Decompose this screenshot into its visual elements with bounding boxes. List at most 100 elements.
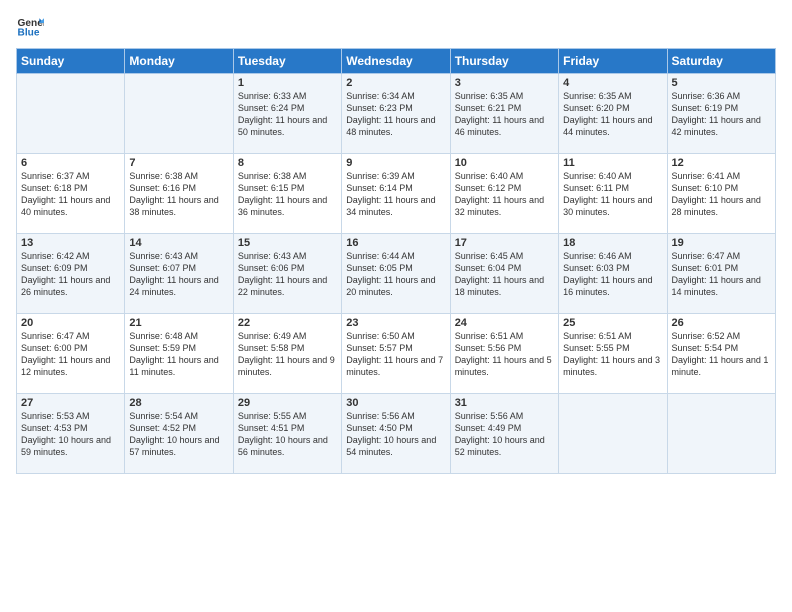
calendar-cell: 29Sunrise: 5:55 AM Sunset: 4:51 PM Dayli… bbox=[233, 394, 341, 474]
calendar-week-row: 1Sunrise: 6:33 AM Sunset: 6:24 PM Daylig… bbox=[17, 74, 776, 154]
day-number: 16 bbox=[346, 237, 445, 249]
calendar-cell: 27Sunrise: 5:53 AM Sunset: 4:53 PM Dayli… bbox=[17, 394, 125, 474]
calendar-cell: 11Sunrise: 6:40 AM Sunset: 6:11 PM Dayli… bbox=[559, 154, 667, 234]
day-info: Sunrise: 5:56 AM Sunset: 4:49 PM Dayligh… bbox=[455, 410, 554, 459]
day-info: Sunrise: 6:42 AM Sunset: 6:09 PM Dayligh… bbox=[21, 250, 120, 299]
day-info: Sunrise: 6:33 AM Sunset: 6:24 PM Dayligh… bbox=[238, 90, 337, 139]
day-info: Sunrise: 6:38 AM Sunset: 6:16 PM Dayligh… bbox=[129, 170, 228, 219]
day-number: 11 bbox=[563, 157, 662, 169]
calendar-cell: 21Sunrise: 6:48 AM Sunset: 5:59 PM Dayli… bbox=[125, 314, 233, 394]
day-number: 20 bbox=[21, 317, 120, 329]
calendar-cell: 10Sunrise: 6:40 AM Sunset: 6:12 PM Dayli… bbox=[450, 154, 558, 234]
logo: General Blue bbox=[16, 12, 48, 40]
calendar-cell: 6Sunrise: 6:37 AM Sunset: 6:18 PM Daylig… bbox=[17, 154, 125, 234]
day-info: Sunrise: 6:35 AM Sunset: 6:20 PM Dayligh… bbox=[563, 90, 662, 139]
calendar-cell: 16Sunrise: 6:44 AM Sunset: 6:05 PM Dayli… bbox=[342, 234, 450, 314]
day-number: 26 bbox=[672, 317, 771, 329]
day-info: Sunrise: 6:52 AM Sunset: 5:54 PM Dayligh… bbox=[672, 330, 771, 379]
weekday-header-monday: Monday bbox=[125, 49, 233, 74]
calendar-cell: 18Sunrise: 6:46 AM Sunset: 6:03 PM Dayli… bbox=[559, 234, 667, 314]
day-info: Sunrise: 6:39 AM Sunset: 6:14 PM Dayligh… bbox=[346, 170, 445, 219]
calendar-cell: 7Sunrise: 6:38 AM Sunset: 6:16 PM Daylig… bbox=[125, 154, 233, 234]
day-info: Sunrise: 6:48 AM Sunset: 5:59 PM Dayligh… bbox=[129, 330, 228, 379]
day-number: 27 bbox=[21, 397, 120, 409]
calendar-cell: 22Sunrise: 6:49 AM Sunset: 5:58 PM Dayli… bbox=[233, 314, 341, 394]
calendar-table: SundayMondayTuesdayWednesdayThursdayFrid… bbox=[16, 48, 776, 474]
day-number: 23 bbox=[346, 317, 445, 329]
day-info: Sunrise: 6:38 AM Sunset: 6:15 PM Dayligh… bbox=[238, 170, 337, 219]
day-info: Sunrise: 6:47 AM Sunset: 6:01 PM Dayligh… bbox=[672, 250, 771, 299]
day-number: 24 bbox=[455, 317, 554, 329]
day-number: 6 bbox=[21, 157, 120, 169]
day-info: Sunrise: 6:45 AM Sunset: 6:04 PM Dayligh… bbox=[455, 250, 554, 299]
day-info: Sunrise: 5:56 AM Sunset: 4:50 PM Dayligh… bbox=[346, 410, 445, 459]
calendar-cell: 2Sunrise: 6:34 AM Sunset: 6:23 PM Daylig… bbox=[342, 74, 450, 154]
day-number: 13 bbox=[21, 237, 120, 249]
calendar-week-row: 6Sunrise: 6:37 AM Sunset: 6:18 PM Daylig… bbox=[17, 154, 776, 234]
calendar-cell: 25Sunrise: 6:51 AM Sunset: 5:55 PM Dayli… bbox=[559, 314, 667, 394]
day-info: Sunrise: 5:55 AM Sunset: 4:51 PM Dayligh… bbox=[238, 410, 337, 459]
calendar-cell: 14Sunrise: 6:43 AM Sunset: 6:07 PM Dayli… bbox=[125, 234, 233, 314]
calendar-cell: 17Sunrise: 6:45 AM Sunset: 6:04 PM Dayli… bbox=[450, 234, 558, 314]
svg-text:Blue: Blue bbox=[18, 27, 40, 38]
day-number: 7 bbox=[129, 157, 228, 169]
calendar-week-row: 20Sunrise: 6:47 AM Sunset: 6:00 PM Dayli… bbox=[17, 314, 776, 394]
day-number: 2 bbox=[346, 77, 445, 89]
day-number: 28 bbox=[129, 397, 228, 409]
day-number: 10 bbox=[455, 157, 554, 169]
page-header: General Blue bbox=[16, 12, 776, 40]
weekday-header-tuesday: Tuesday bbox=[233, 49, 341, 74]
calendar-cell: 12Sunrise: 6:41 AM Sunset: 6:10 PM Dayli… bbox=[667, 154, 775, 234]
day-info: Sunrise: 6:43 AM Sunset: 6:07 PM Dayligh… bbox=[129, 250, 228, 299]
day-info: Sunrise: 6:47 AM Sunset: 6:00 PM Dayligh… bbox=[21, 330, 120, 379]
logo-icon: General Blue bbox=[16, 12, 44, 40]
weekday-header-thursday: Thursday bbox=[450, 49, 558, 74]
day-info: Sunrise: 6:46 AM Sunset: 6:03 PM Dayligh… bbox=[563, 250, 662, 299]
day-info: Sunrise: 5:53 AM Sunset: 4:53 PM Dayligh… bbox=[21, 410, 120, 459]
day-number: 18 bbox=[563, 237, 662, 249]
day-number: 8 bbox=[238, 157, 337, 169]
calendar-cell bbox=[559, 394, 667, 474]
day-info: Sunrise: 6:37 AM Sunset: 6:18 PM Dayligh… bbox=[21, 170, 120, 219]
calendar-cell bbox=[667, 394, 775, 474]
day-info: Sunrise: 6:35 AM Sunset: 6:21 PM Dayligh… bbox=[455, 90, 554, 139]
day-number: 21 bbox=[129, 317, 228, 329]
day-info: Sunrise: 6:40 AM Sunset: 6:11 PM Dayligh… bbox=[563, 170, 662, 219]
calendar-cell: 4Sunrise: 6:35 AM Sunset: 6:20 PM Daylig… bbox=[559, 74, 667, 154]
calendar-cell: 3Sunrise: 6:35 AM Sunset: 6:21 PM Daylig… bbox=[450, 74, 558, 154]
day-number: 1 bbox=[238, 77, 337, 89]
day-info: Sunrise: 6:50 AM Sunset: 5:57 PM Dayligh… bbox=[346, 330, 445, 379]
day-number: 4 bbox=[563, 77, 662, 89]
day-number: 29 bbox=[238, 397, 337, 409]
day-info: Sunrise: 5:54 AM Sunset: 4:52 PM Dayligh… bbox=[129, 410, 228, 459]
calendar-cell: 23Sunrise: 6:50 AM Sunset: 5:57 PM Dayli… bbox=[342, 314, 450, 394]
day-info: Sunrise: 6:49 AM Sunset: 5:58 PM Dayligh… bbox=[238, 330, 337, 379]
day-info: Sunrise: 6:34 AM Sunset: 6:23 PM Dayligh… bbox=[346, 90, 445, 139]
calendar-cell: 9Sunrise: 6:39 AM Sunset: 6:14 PM Daylig… bbox=[342, 154, 450, 234]
day-number: 14 bbox=[129, 237, 228, 249]
day-info: Sunrise: 6:51 AM Sunset: 5:56 PM Dayligh… bbox=[455, 330, 554, 379]
day-info: Sunrise: 6:36 AM Sunset: 6:19 PM Dayligh… bbox=[672, 90, 771, 139]
calendar-cell: 15Sunrise: 6:43 AM Sunset: 6:06 PM Dayli… bbox=[233, 234, 341, 314]
weekday-header-saturday: Saturday bbox=[667, 49, 775, 74]
calendar-cell: 24Sunrise: 6:51 AM Sunset: 5:56 PM Dayli… bbox=[450, 314, 558, 394]
calendar-cell: 19Sunrise: 6:47 AM Sunset: 6:01 PM Dayli… bbox=[667, 234, 775, 314]
day-number: 30 bbox=[346, 397, 445, 409]
calendar-cell: 30Sunrise: 5:56 AM Sunset: 4:50 PM Dayli… bbox=[342, 394, 450, 474]
calendar-cell: 20Sunrise: 6:47 AM Sunset: 6:00 PM Dayli… bbox=[17, 314, 125, 394]
day-number: 22 bbox=[238, 317, 337, 329]
calendar-week-row: 27Sunrise: 5:53 AM Sunset: 4:53 PM Dayli… bbox=[17, 394, 776, 474]
day-number: 12 bbox=[672, 157, 771, 169]
calendar-cell bbox=[17, 74, 125, 154]
day-info: Sunrise: 6:44 AM Sunset: 6:05 PM Dayligh… bbox=[346, 250, 445, 299]
day-number: 9 bbox=[346, 157, 445, 169]
day-info: Sunrise: 6:43 AM Sunset: 6:06 PM Dayligh… bbox=[238, 250, 337, 299]
day-number: 3 bbox=[455, 77, 554, 89]
weekday-header-sunday: Sunday bbox=[17, 49, 125, 74]
calendar-cell: 28Sunrise: 5:54 AM Sunset: 4:52 PM Dayli… bbox=[125, 394, 233, 474]
calendar-cell: 1Sunrise: 6:33 AM Sunset: 6:24 PM Daylig… bbox=[233, 74, 341, 154]
calendar-cell: 5Sunrise: 6:36 AM Sunset: 6:19 PM Daylig… bbox=[667, 74, 775, 154]
calendar-cell: 8Sunrise: 6:38 AM Sunset: 6:15 PM Daylig… bbox=[233, 154, 341, 234]
weekday-header-row: SundayMondayTuesdayWednesdayThursdayFrid… bbox=[17, 49, 776, 74]
weekday-header-friday: Friday bbox=[559, 49, 667, 74]
